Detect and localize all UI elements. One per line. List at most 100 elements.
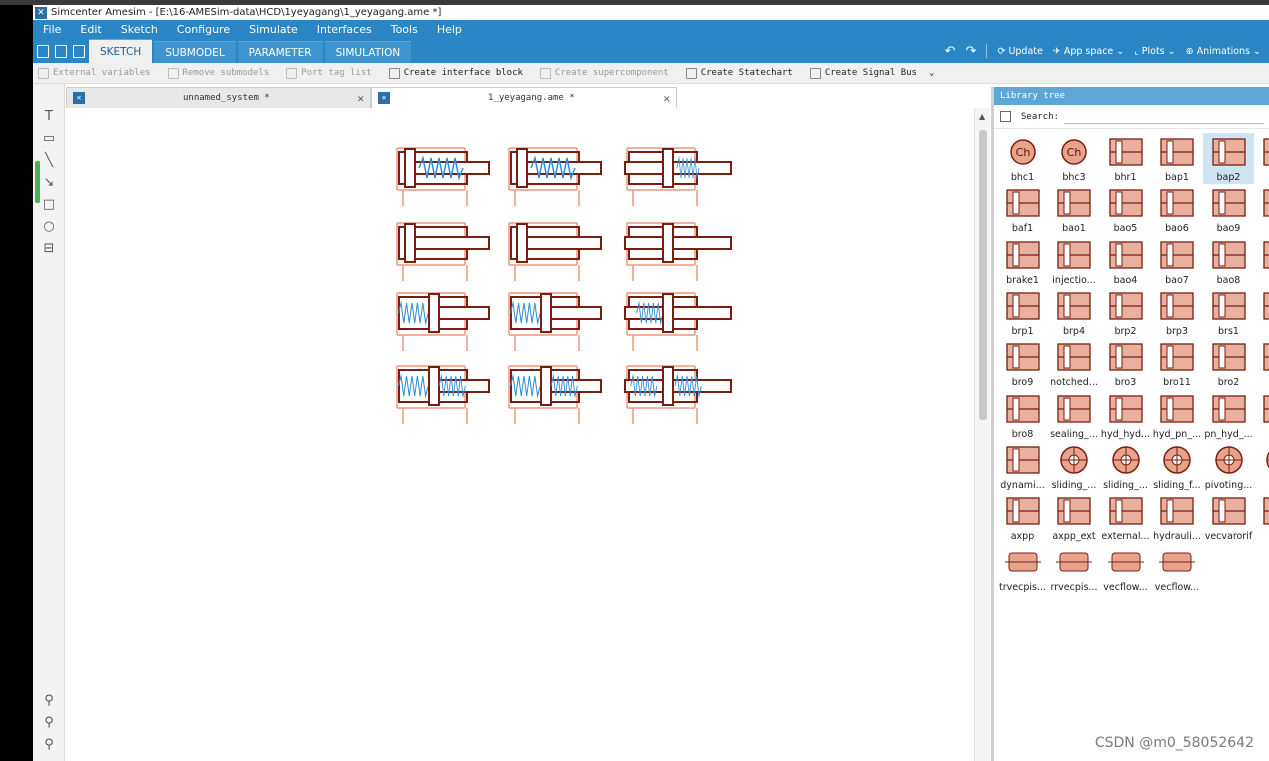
- animations-button[interactable]: ⊕ Animations ⌄: [1186, 46, 1261, 57]
- library-item[interactable]: bhr1: [1100, 133, 1151, 184]
- library-item[interactable]: bao1: [1049, 184, 1100, 235]
- library-item[interactable]: bro3: [1100, 338, 1151, 389]
- library-item[interactable]: sliding_f...: [1152, 441, 1203, 492]
- library-item[interactable]: pivoting...: [1203, 441, 1254, 492]
- text-tool-icon[interactable]: T: [42, 110, 56, 124]
- tab-parameter[interactable]: PARAMETER: [237, 41, 323, 63]
- menu-file[interactable]: File: [43, 23, 61, 36]
- cylinder-3-2[interactable]: [508, 292, 602, 352]
- library-item[interactable]: sea: [1255, 236, 1269, 287]
- menu-help[interactable]: Help: [437, 23, 462, 36]
- library-item[interactable]: sliding_...: [1100, 441, 1151, 492]
- library-item[interactable]: bao7: [1152, 236, 1203, 287]
- library-item[interactable]: bap2: [1203, 133, 1254, 184]
- library-item[interactable]: vecflow...: [1152, 543, 1203, 594]
- library-item[interactable]: bao4: [1100, 236, 1151, 287]
- library-item[interactable]: brp3: [1152, 287, 1203, 338]
- cylinder-3-3[interactable]: [624, 292, 732, 352]
- image-tool-icon[interactable]: ▭: [42, 132, 56, 146]
- doc-tab-unnamed-system[interactable]: ✕ unnamed_system * ✕: [66, 87, 371, 108]
- arrow-tool-icon[interactable]: ↘: [42, 176, 56, 190]
- canvas-vertical-scrollbar[interactable]: ▲: [974, 108, 990, 761]
- library-item[interactable]: axpp_ext: [1049, 492, 1100, 543]
- cylinder-4-3[interactable]: [624, 365, 732, 425]
- library-item[interactable]: bap1: [1152, 133, 1203, 184]
- scroll-thumb[interactable]: [979, 130, 987, 420]
- undo-icon[interactable]: ↶: [945, 44, 956, 59]
- cylinder-1-3[interactable]: [624, 147, 732, 207]
- new-file-icon[interactable]: [37, 44, 49, 58]
- library-item[interactable]: baf1: [997, 184, 1048, 235]
- menu-tools[interactable]: Tools: [391, 23, 418, 36]
- library-item[interactable]: brp4: [1049, 287, 1100, 338]
- library-item[interactable]: brp2: [1100, 287, 1151, 338]
- align-tool-icon[interactable]: ⊟: [42, 242, 56, 256]
- cylinder-1-1[interactable]: [396, 147, 490, 207]
- library-item[interactable]: bra: [1255, 338, 1269, 389]
- menu-edit[interactable]: Edit: [80, 23, 101, 36]
- external-variables-button[interactable]: External variables: [38, 67, 151, 79]
- plots-button[interactable]: ⌞ Plots ⌄: [1134, 46, 1175, 57]
- menu-simulate[interactable]: Simulate: [249, 23, 298, 36]
- ellipse-tool-icon[interactable]: ○: [42, 220, 56, 234]
- zoom-fit-icon[interactable]: ⚲: [42, 738, 56, 752]
- library-item[interactable]: axpp: [997, 492, 1048, 543]
- redo-icon[interactable]: ↷: [966, 44, 977, 59]
- remove-submodels-button[interactable]: Remove submodels: [167, 67, 269, 79]
- library-item[interactable]: bao6: [1152, 184, 1203, 235]
- library-item[interactable]: bro2: [1203, 338, 1254, 389]
- library-item[interactable]: hyd_hyd...: [1100, 390, 1151, 441]
- tab-sketch[interactable]: SKETCH: [89, 39, 153, 63]
- library-item[interactable]: bao8: [1203, 236, 1254, 287]
- doc-tab-1-yeyagang[interactable]: ✕ 1_yeyagang.ame * ✕: [371, 87, 677, 108]
- library-item[interactable]: sealing_...: [1049, 390, 1100, 441]
- library-item[interactable]: hydrauli...: [1152, 492, 1203, 543]
- cylinder-3-1[interactable]: [396, 292, 490, 352]
- rectangle-tool-icon[interactable]: □: [42, 198, 56, 212]
- library-item[interactable]: not: [1255, 184, 1269, 235]
- create-signal-bus-button[interactable]: Create Signal Bus ⌄: [809, 67, 934, 79]
- library-item[interactable]: external...: [1100, 492, 1151, 543]
- library-item[interactable]: bao5: [1100, 184, 1151, 235]
- cylinder-1-2[interactable]: [508, 147, 602, 207]
- library-item[interactable]: Ch bhc3: [1049, 133, 1100, 184]
- library-item[interactable]: pn_hyd_...: [1203, 390, 1254, 441]
- chevron-down-icon[interactable]: ⌄: [929, 68, 934, 78]
- library-item[interactable]: injectio...: [1049, 236, 1100, 287]
- open-folder-icon[interactable]: [55, 44, 67, 58]
- menu-interfaces[interactable]: Interfaces: [317, 23, 372, 36]
- port-tag-list-button[interactable]: Port tag list: [286, 67, 372, 79]
- cylinder-2-1[interactable]: [396, 222, 490, 282]
- library-item[interactable]: bao9: [1203, 184, 1254, 235]
- line-tool-icon[interactable]: ╲: [42, 154, 56, 168]
- library-item[interactable]: bro9: [997, 338, 1048, 389]
- library-item[interactable]: b: [1255, 133, 1269, 184]
- cylinder-4-2[interactable]: [508, 365, 602, 425]
- cylinder-4-1[interactable]: [396, 365, 490, 425]
- library-item[interactable]: vecvarorif: [1203, 492, 1254, 543]
- tab-submodel[interactable]: SUBMODEL: [154, 41, 236, 63]
- zoom-out-icon[interactable]: ⚲: [42, 716, 56, 730]
- library-item[interactable]: bro8: [997, 390, 1048, 441]
- close-icon[interactable]: ✕: [663, 92, 670, 105]
- app-space-button[interactable]: ✈ App space ⌄: [1053, 46, 1124, 57]
- library-item[interactable]: brake1: [997, 236, 1048, 287]
- sketch-canvas[interactable]: [66, 108, 990, 761]
- library-item[interactable]: pivo: [1255, 441, 1269, 492]
- create-interface-block-button[interactable]: Create interface block: [388, 67, 523, 79]
- update-button[interactable]: ⟳ Update: [997, 46, 1042, 57]
- create-statechart-button[interactable]: Create Statechart: [685, 67, 793, 79]
- library-item[interactable]: bro11: [1152, 338, 1203, 389]
- library-item[interactable]: brs1: [1203, 287, 1254, 338]
- zoom-in-icon[interactable]: ⚲: [42, 694, 56, 708]
- library-item[interactable]: dynami...: [997, 441, 1048, 492]
- scroll-up-icon[interactable]: ▲: [979, 112, 985, 121]
- tree-view-icon[interactable]: [1000, 111, 1011, 122]
- library-item[interactable]: hyd_pn_...: [1152, 390, 1203, 441]
- library-item[interactable]: Ch bhc1: [997, 133, 1048, 184]
- library-item[interactable]: sliding_...: [1049, 441, 1100, 492]
- save-icon[interactable]: [73, 44, 85, 58]
- library-item[interactable]: vecflow...: [1100, 543, 1151, 594]
- library-item[interactable]: trvecpis...: [997, 543, 1048, 594]
- create-supercomponent-button[interactable]: Create supercomponent: [539, 67, 669, 79]
